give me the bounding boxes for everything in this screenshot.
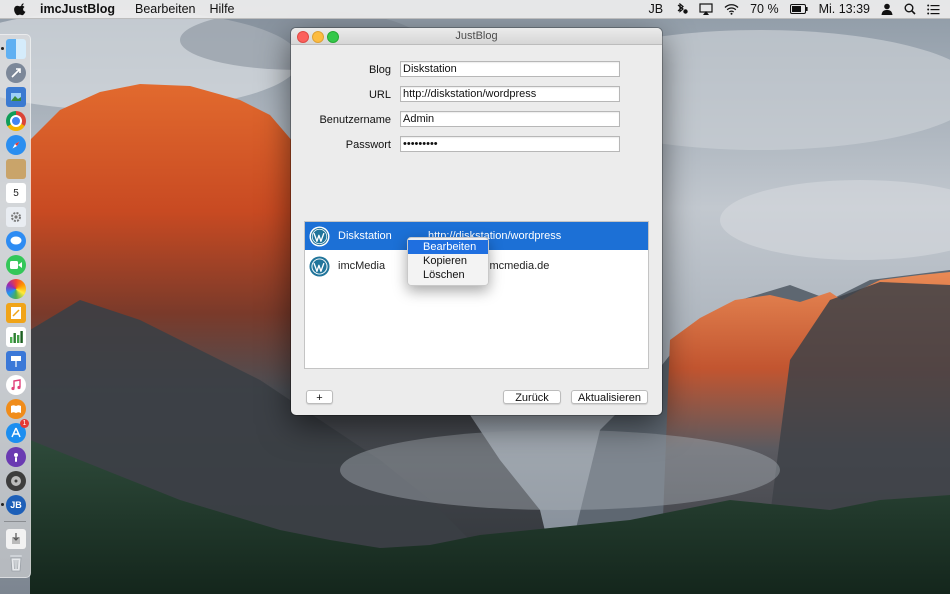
wordpress-icon xyxy=(309,226,330,247)
photos-icon[interactable] xyxy=(6,279,26,299)
apple-menu-icon[interactable] xyxy=(14,2,28,16)
system-preferences-icon[interactable] xyxy=(6,207,26,227)
url-field[interactable] xyxy=(400,86,620,102)
itunes-icon[interactable] xyxy=(6,375,26,395)
back-button[interactable]: Zurück xyxy=(503,390,561,404)
pages-icon[interactable] xyxy=(6,303,26,323)
user-initials[interactable]: JB xyxy=(648,2,663,16)
notes-icon[interactable] xyxy=(6,159,26,179)
launchpad-icon[interactable] xyxy=(6,63,26,83)
spotlight-search-icon[interactable] xyxy=(904,3,916,15)
chrome-icon[interactable] xyxy=(6,111,26,131)
blog-label: Blog xyxy=(368,64,391,76)
podcasts-icon[interactable] xyxy=(6,447,26,467)
username-field[interactable] xyxy=(400,111,620,127)
context-menu: Bearbeiten Kopieren Löschen xyxy=(407,237,489,286)
notification-center-icon[interactable] xyxy=(927,4,940,15)
dock-separator xyxy=(4,521,26,522)
close-button[interactable] xyxy=(297,31,309,43)
blog-url: imcmedia.de xyxy=(487,260,550,272)
window-titlebar[interactable]: JustBlog xyxy=(291,28,662,45)
messages-icon[interactable] xyxy=(6,231,26,251)
airplay-icon[interactable] xyxy=(699,3,713,15)
password-row: Passwort xyxy=(291,136,662,156)
battery-percent[interactable]: 70 % xyxy=(750,2,779,16)
username-row: Benutzername xyxy=(291,111,662,131)
window-title: JustBlog xyxy=(455,30,498,42)
menu-item-kopieren[interactable]: Kopieren xyxy=(408,254,488,268)
password-field[interactable] xyxy=(400,136,620,152)
add-blog-button[interactable]: + xyxy=(306,390,333,404)
menu-hilfe[interactable]: Hilfe xyxy=(209,2,234,16)
user-icon[interactable] xyxy=(881,3,893,15)
downloads-stack-icon[interactable] xyxy=(6,529,26,549)
calendar-icon[interactable]: 5 xyxy=(6,183,26,203)
minimize-button[interactable] xyxy=(312,31,324,43)
trash-icon[interactable] xyxy=(6,553,26,573)
refresh-button[interactable]: Aktualisieren xyxy=(571,390,648,404)
preview-icon[interactable] xyxy=(6,87,26,107)
numbers-icon[interactable] xyxy=(6,327,26,347)
dock: 5 1 JB xyxy=(0,34,31,578)
bluetooth-icon[interactable] xyxy=(674,3,688,15)
clock[interactable]: Mi. 13:39 xyxy=(819,2,870,16)
justblog-window: JustBlog Blog URL Benutzername Passwort … xyxy=(291,28,662,415)
facetime-icon[interactable] xyxy=(6,255,26,275)
app-name-menu[interactable]: imcJustBlog xyxy=(40,2,115,16)
menu-item-bearbeiten[interactable]: Bearbeiten xyxy=(408,240,488,254)
disk-utility-icon[interactable] xyxy=(6,471,26,491)
menu-bar: imcJustBlog Bearbeiten Hilfe JB 70 % Mi.… xyxy=(0,0,950,19)
running-indicator xyxy=(1,503,4,506)
battery-icon[interactable] xyxy=(789,4,808,14)
app-store-badge: 1 xyxy=(20,419,29,428)
menu-item-loeschen[interactable]: Löschen xyxy=(408,268,488,282)
finder-icon[interactable] xyxy=(6,39,26,59)
blog-name-field[interactable] xyxy=(400,61,620,77)
wordpress-icon xyxy=(309,256,330,277)
zoom-button[interactable] xyxy=(327,31,339,43)
running-indicator xyxy=(1,47,4,50)
safari-icon[interactable] xyxy=(6,135,26,155)
blog-row: Blog xyxy=(291,61,662,81)
url-row: URL xyxy=(291,86,662,106)
keynote-icon[interactable] xyxy=(6,351,26,371)
status-area: JB 70 % Mi. 13:39 xyxy=(648,2,940,16)
menu-bearbeiten[interactable]: Bearbeiten xyxy=(135,2,195,16)
wifi-icon[interactable] xyxy=(724,3,739,15)
username-label: Benutzername xyxy=(319,114,391,126)
url-label: URL xyxy=(368,89,391,101)
blog-name: imcMedia xyxy=(338,260,386,272)
justblog-app-icon[interactable]: JB xyxy=(6,495,26,515)
ibooks-icon[interactable] xyxy=(6,399,26,419)
blog-name: Diskstation xyxy=(338,230,392,242)
password-label: Passwort xyxy=(345,139,391,151)
